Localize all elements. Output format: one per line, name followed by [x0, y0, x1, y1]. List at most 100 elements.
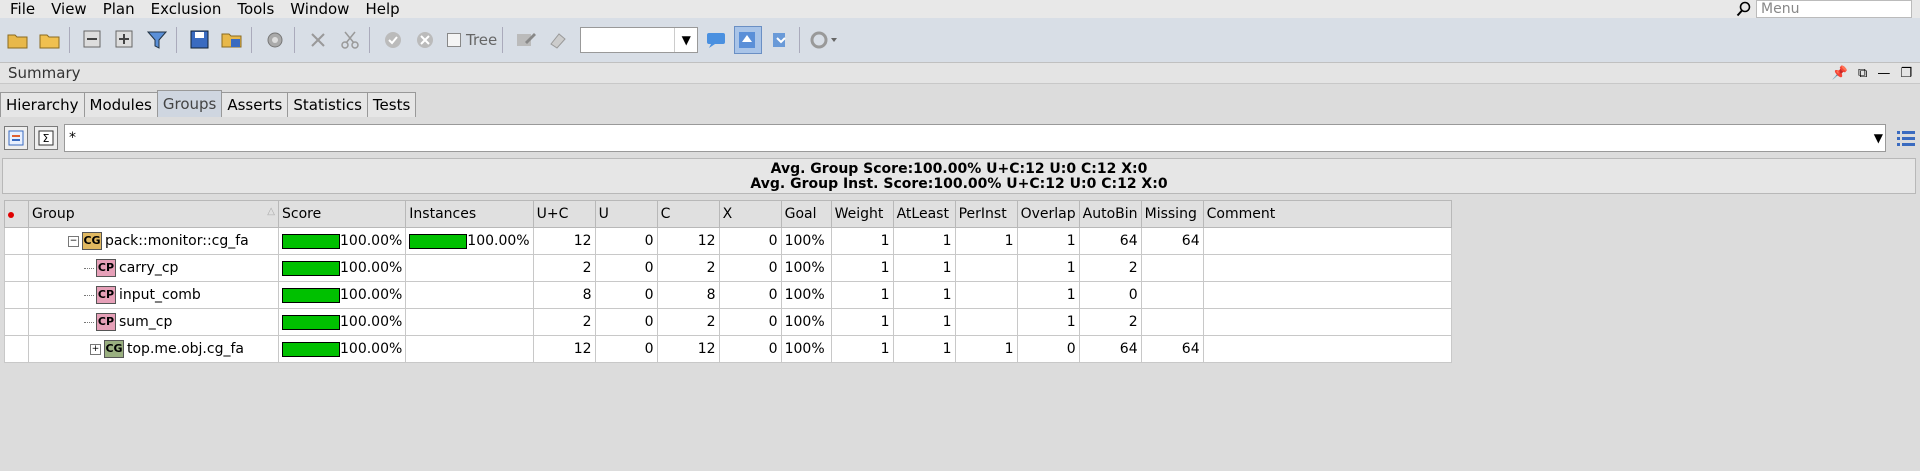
column-header-comment[interactable]: Comment — [1202, 200, 1452, 228]
comment-cell[interactable] — [1202, 281, 1452, 309]
settings-icon[interactable] — [261, 26, 289, 54]
tab-hierarchy[interactable]: Hierarchy — [0, 92, 85, 117]
group-score-summary: Avg. Group Score:100.00% U+C:12 U:0 C:12… — [2, 158, 1916, 194]
tree-checkbox-label: Tree — [466, 31, 498, 49]
menu-tools[interactable]: Tools — [227, 0, 280, 18]
column-header-perinst[interactable]: PerInst — [954, 200, 1018, 228]
tab-statistics[interactable]: Statistics — [287, 92, 368, 117]
group-name-cell[interactable]: CP carry_cp — [28, 254, 279, 282]
save-icon[interactable] — [186, 26, 214, 54]
summary-panel-header: Summary 📌 ⧉ — ❐ — [0, 63, 1920, 84]
u-cell: 0 — [594, 254, 658, 282]
toolbar-separator — [799, 27, 801, 53]
filter-input[interactable]: * ▼ — [64, 124, 1886, 152]
tab-modules[interactable]: Modules — [83, 92, 158, 117]
menu-help[interactable]: Help — [355, 0, 405, 18]
export-icon[interactable] — [218, 26, 246, 54]
cancel-icon[interactable] — [411, 26, 439, 54]
menu-file[interactable]: File — [0, 0, 41, 18]
chevron-down-icon[interactable]: ▼ — [674, 28, 697, 52]
column-header-c[interactable]: C — [656, 200, 720, 228]
column-header-instances[interactable]: Instances — [405, 200, 534, 228]
column-header-goal[interactable]: Goal — [780, 200, 832, 228]
menu-window[interactable]: Window — [280, 0, 355, 18]
comment-icon[interactable] — [702, 26, 730, 54]
covergroup-icon: CG — [82, 232, 102, 250]
refresh-icon[interactable] — [809, 26, 838, 54]
table-row[interactable]: − CG pack::monitor::cg_fa 100.00% 100.00% … — [4, 227, 1452, 255]
folder-icon[interactable] — [36, 26, 64, 54]
expand-icon[interactable]: + — [90, 343, 101, 355]
perinst-cell: 1 — [954, 227, 1018, 255]
tab-asserts[interactable]: Asserts — [221, 92, 289, 117]
eraser-icon[interactable] — [544, 26, 572, 54]
column-header-autobin[interactable]: AutoBin — [1078, 200, 1142, 228]
toolbar-combo[interactable]: ▼ — [580, 27, 699, 53]
menu-view[interactable]: View — [41, 0, 93, 18]
comment-cell[interactable] — [1202, 308, 1452, 336]
tree-checkbox[interactable]: Tree — [447, 31, 497, 49]
column-header-group[interactable]: Group △ — [28, 200, 279, 228]
filter-ex-icon[interactable] — [143, 26, 171, 54]
menu-exclusion[interactable]: Exclusion — [141, 0, 228, 18]
tree-view-button[interactable] — [4, 126, 28, 150]
collapse-icon[interactable]: − — [68, 235, 79, 247]
tab-groups[interactable]: Groups — [156, 90, 223, 117]
perinst-cell — [954, 281, 1018, 309]
undock-icon[interactable]: ⧉ — [1858, 66, 1867, 81]
tree-checkbox-box[interactable] — [447, 33, 461, 47]
group-name-cell[interactable]: + CG top.me.obj.cg_fa — [28, 335, 279, 363]
minimize-icon[interactable]: — — [1877, 66, 1890, 81]
column-header-weight[interactable]: Weight — [830, 200, 894, 228]
table-row[interactable]: CP carry_cp 100.00% 2 0 2 0 100% 1 1 1 2 — [4, 254, 1452, 282]
group-name: top.me.obj.cg_fa — [127, 341, 244, 357]
autobin-cell: 2 — [1078, 308, 1142, 336]
instances-cell — [405, 281, 534, 309]
column-header-overlap[interactable]: Overlap — [1016, 200, 1080, 228]
delete-icon[interactable] — [304, 26, 332, 54]
group-name-cell[interactable]: − CG pack::monitor::cg_fa — [28, 227, 279, 255]
comment-cell[interactable] — [1202, 254, 1452, 282]
u-cell: 0 — [594, 308, 658, 336]
edit-icon[interactable] — [512, 26, 540, 54]
overlap-cell: 1 — [1016, 308, 1080, 336]
check-icon[interactable] — [379, 26, 407, 54]
annotate-icon[interactable] — [734, 26, 763, 54]
score-cell: 100.00% — [277, 308, 407, 336]
add-ex-icon[interactable] — [111, 26, 139, 54]
overlap-cell: 1 — [1016, 281, 1080, 309]
comment-cell[interactable] — [1202, 227, 1452, 255]
column-header-x[interactable]: X — [718, 200, 782, 228]
status-column-header[interactable] — [4, 200, 29, 228]
column-header-u[interactable]: U — [594, 200, 658, 228]
remove-ex-icon[interactable] — [79, 26, 107, 54]
group-name-cell[interactable]: CP input_comb — [28, 281, 279, 309]
tab-tests[interactable]: Tests — [366, 92, 417, 117]
score-cell: 100.00% — [277, 335, 407, 363]
comment-cell[interactable] — [1202, 335, 1452, 363]
atleast-cell: 1 — [892, 335, 956, 363]
column-header-atleast[interactable]: AtLeast — [892, 200, 956, 228]
table-row[interactable]: CP input_comb 100.00% 8 0 8 0 100% 1 1 1 … — [4, 281, 1452, 309]
maximize-icon[interactable]: ❐ — [1900, 66, 1912, 81]
group-name-cell[interactable]: CP sum_cp — [28, 308, 279, 336]
open-icon[interactable] — [4, 26, 32, 54]
row-status-cell — [4, 308, 29, 336]
tab-bar: Hierarchy Modules Groups Asserts Statist… — [0, 90, 417, 118]
summary-sigma-button[interactable]: Σ — [34, 126, 58, 150]
column-header-score[interactable]: Score — [277, 200, 407, 228]
list-options-icon[interactable] — [1894, 126, 1918, 150]
column-header-missing[interactable]: Missing — [1140, 200, 1204, 228]
menu-plan[interactable]: Plan — [93, 0, 141, 18]
summary-title: Summary — [8, 64, 81, 82]
pin-icon[interactable]: 📌 — [1832, 66, 1848, 81]
chevron-down-icon[interactable]: ▼ — [1874, 125, 1883, 151]
missing-cell: 64 — [1140, 227, 1204, 255]
column-header-uc[interactable]: U+C — [532, 200, 596, 228]
cut-icon[interactable] — [336, 26, 364, 54]
import-icon[interactable] — [766, 26, 794, 54]
menu-search-input[interactable]: Menu — [1756, 0, 1912, 18]
weight-cell: 1 — [830, 227, 894, 255]
table-row[interactable]: CP sum_cp 100.00% 2 0 2 0 100% 1 1 1 2 — [4, 308, 1452, 336]
table-row[interactable]: + CG top.me.obj.cg_fa 100.00% 12 0 12 0 10… — [4, 335, 1452, 363]
